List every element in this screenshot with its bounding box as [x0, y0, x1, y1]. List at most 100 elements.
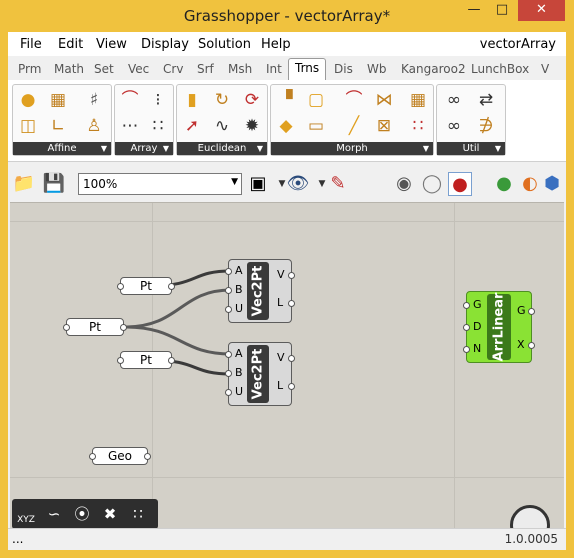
- orient-direction-icon[interactable]: ↻: [211, 89, 233, 111]
- input-pin-a[interactable]: [225, 351, 232, 358]
- input-grip[interactable]: [89, 453, 96, 460]
- input-grip[interactable]: [117, 357, 124, 364]
- output-pin-x[interactable]: [528, 342, 535, 349]
- output-pin-g[interactable]: [528, 308, 535, 315]
- tab-v[interactable]: V: [541, 62, 549, 76]
- box-morph-icon[interactable]: ▝: [275, 89, 297, 111]
- menu-solution[interactable]: Solution: [198, 37, 251, 52]
- input-pin-n[interactable]: [463, 346, 470, 353]
- tab-kangaroo2[interactable]: Kangaroo2: [401, 62, 466, 76]
- surface-morph-icon[interactable]: ▢: [305, 89, 327, 111]
- curve-array-icon[interactable]: ⌒: [119, 89, 141, 111]
- cancel-widget-icon[interactable]: ✖: [98, 503, 122, 525]
- tab-wb[interactable]: Wb: [367, 62, 386, 76]
- wire-pt2-to-vec2pt1-b[interactable]: [124, 288, 232, 329]
- output-pin-v[interactable]: [288, 272, 295, 279]
- vec2pt-component[interactable]: A B U Vec2Pt V L: [225, 259, 295, 323]
- surface-box-icon[interactable]: ▭: [305, 115, 327, 137]
- wireframe-preview-icon[interactable]: ◯: [420, 172, 444, 196]
- title-bar[interactable]: Grasshopper - vectorArray* — □ ✕: [0, 0, 574, 32]
- shaded-preview-icon[interactable]: ●: [448, 172, 472, 196]
- input-pin-g[interactable]: [463, 302, 470, 309]
- output-pin-l[interactable]: [288, 300, 295, 307]
- tab-math[interactable]: Math: [54, 62, 84, 76]
- tab-dis[interactable]: Dis: [334, 62, 353, 76]
- transform-icon[interactable]: ∌: [475, 115, 497, 137]
- xyz-widget-icon[interactable]: XYZ: [14, 509, 38, 528]
- rectangular-array-icon[interactable]: ∷: [147, 115, 169, 137]
- group-label-euclidean[interactable]: Euclidean ▼: [177, 142, 267, 155]
- compound-icon[interactable]: ∞: [443, 89, 465, 111]
- tab-crv[interactable]: Crv: [163, 62, 183, 76]
- menu-display[interactable]: Display: [141, 37, 189, 52]
- maximize-button[interactable]: □: [488, 0, 516, 21]
- box-mapping-icon[interactable]: ♯: [83, 89, 105, 111]
- vec2pt-component[interactable]: A B U Vec2Pt V L: [225, 342, 295, 406]
- project-icon[interactable]: ◫: [17, 115, 39, 137]
- tab-srf[interactable]: Srf: [197, 62, 214, 76]
- open-file-icon[interactable]: 📁: [12, 172, 36, 196]
- curve-widget-icon[interactable]: ∽: [42, 503, 66, 525]
- twisted-box-icon[interactable]: ⋈: [373, 89, 395, 111]
- point-param[interactable]: Pt: [117, 351, 175, 369]
- menu-file[interactable]: File: [20, 37, 42, 52]
- menu-edit[interactable]: Edit: [58, 37, 83, 52]
- shear-icon[interactable]: ∟: [47, 115, 69, 137]
- preview-eye-icon[interactable]: 👁: [286, 172, 310, 196]
- menu-help[interactable]: Help: [261, 37, 291, 52]
- scale-nu-icon[interactable]: ▦: [47, 89, 69, 111]
- point-param[interactable]: Pt: [63, 318, 127, 336]
- mirror-icon[interactable]: ▮: [181, 89, 203, 111]
- point-deform-icon[interactable]: ∷: [407, 115, 429, 137]
- zoom-select[interactable]: 100% ▼: [78, 173, 242, 195]
- camera-obscura-icon[interactable]: ▦: [407, 89, 429, 111]
- grasshopper-canvas[interactable]: Pt Pt Pt Geo A B U Vec2Pt V L A B U Vec2…: [10, 202, 564, 528]
- point-param[interactable]: Pt: [117, 277, 175, 295]
- document-preview-settings-icon[interactable]: ◐: [518, 172, 542, 196]
- group-label-util[interactable]: Util ▼: [437, 142, 505, 155]
- input-pin-b[interactable]: [225, 287, 232, 294]
- tab-trns[interactable]: Trns: [288, 58, 327, 80]
- input-grip[interactable]: [63, 324, 70, 331]
- geometry-param[interactable]: Geo: [89, 447, 151, 465]
- selected-only-preview-icon[interactable]: ●: [492, 172, 516, 196]
- grid-widget-icon[interactable]: ∷: [126, 503, 150, 525]
- split-icon[interactable]: ⇄: [475, 89, 497, 111]
- move-icon[interactable]: ➚: [181, 115, 203, 137]
- rotate-icon[interactable]: ⟳: [241, 89, 263, 111]
- minimize-button[interactable]: —: [460, 0, 488, 21]
- tab-set[interactable]: Set: [94, 62, 114, 76]
- mesh-settings-icon[interactable]: ⬢: [540, 172, 564, 196]
- output-grip[interactable]: [168, 283, 175, 290]
- zoom-extents-icon[interactable]: ▣: [246, 172, 270, 196]
- no-preview-icon[interactable]: ◉: [392, 172, 416, 196]
- tab-int[interactable]: Int: [266, 62, 282, 76]
- tab-lunchbox[interactable]: LunchBox: [471, 62, 529, 76]
- output-pin-v[interactable]: [288, 355, 295, 362]
- arrlinear-component[interactable]: G D N ArrLinear G X: [463, 291, 535, 363]
- group-label-morph[interactable]: Morph ▼: [271, 142, 433, 155]
- blend-box-icon[interactable]: ╱: [343, 115, 365, 137]
- menu-view[interactable]: View: [96, 37, 127, 52]
- save-file-icon[interactable]: 💾: [42, 172, 66, 196]
- output-pin-l[interactable]: [288, 383, 295, 390]
- move-away-icon[interactable]: ✹: [241, 115, 263, 137]
- output-grip[interactable]: [120, 324, 127, 331]
- scale-icon[interactable]: ●: [17, 89, 39, 111]
- output-grip[interactable]: [168, 357, 175, 364]
- map-surface-icon[interactable]: ◆: [275, 115, 297, 137]
- wire-pt2-to-vec2pt2-a[interactable]: [124, 325, 232, 356]
- spiral-widget-icon[interactable]: ⦿: [70, 503, 94, 525]
- input-pin-b[interactable]: [225, 370, 232, 377]
- input-pin-u[interactable]: [225, 389, 232, 396]
- input-grip[interactable]: [117, 283, 124, 290]
- tab-prm[interactable]: Prm: [18, 62, 41, 76]
- input-pin-a[interactable]: [225, 268, 232, 275]
- output-grip[interactable]: [144, 453, 151, 460]
- rotate-axis-icon[interactable]: ∿: [211, 115, 233, 137]
- tab-msh[interactable]: Msh: [228, 62, 252, 76]
- polar-array-icon[interactable]: ⁝: [147, 89, 169, 111]
- group-label-array[interactable]: Array ▼: [115, 142, 173, 155]
- bend-deform-icon[interactable]: ⌒: [343, 89, 365, 111]
- linear-array-icon[interactable]: ⋯: [119, 115, 141, 137]
